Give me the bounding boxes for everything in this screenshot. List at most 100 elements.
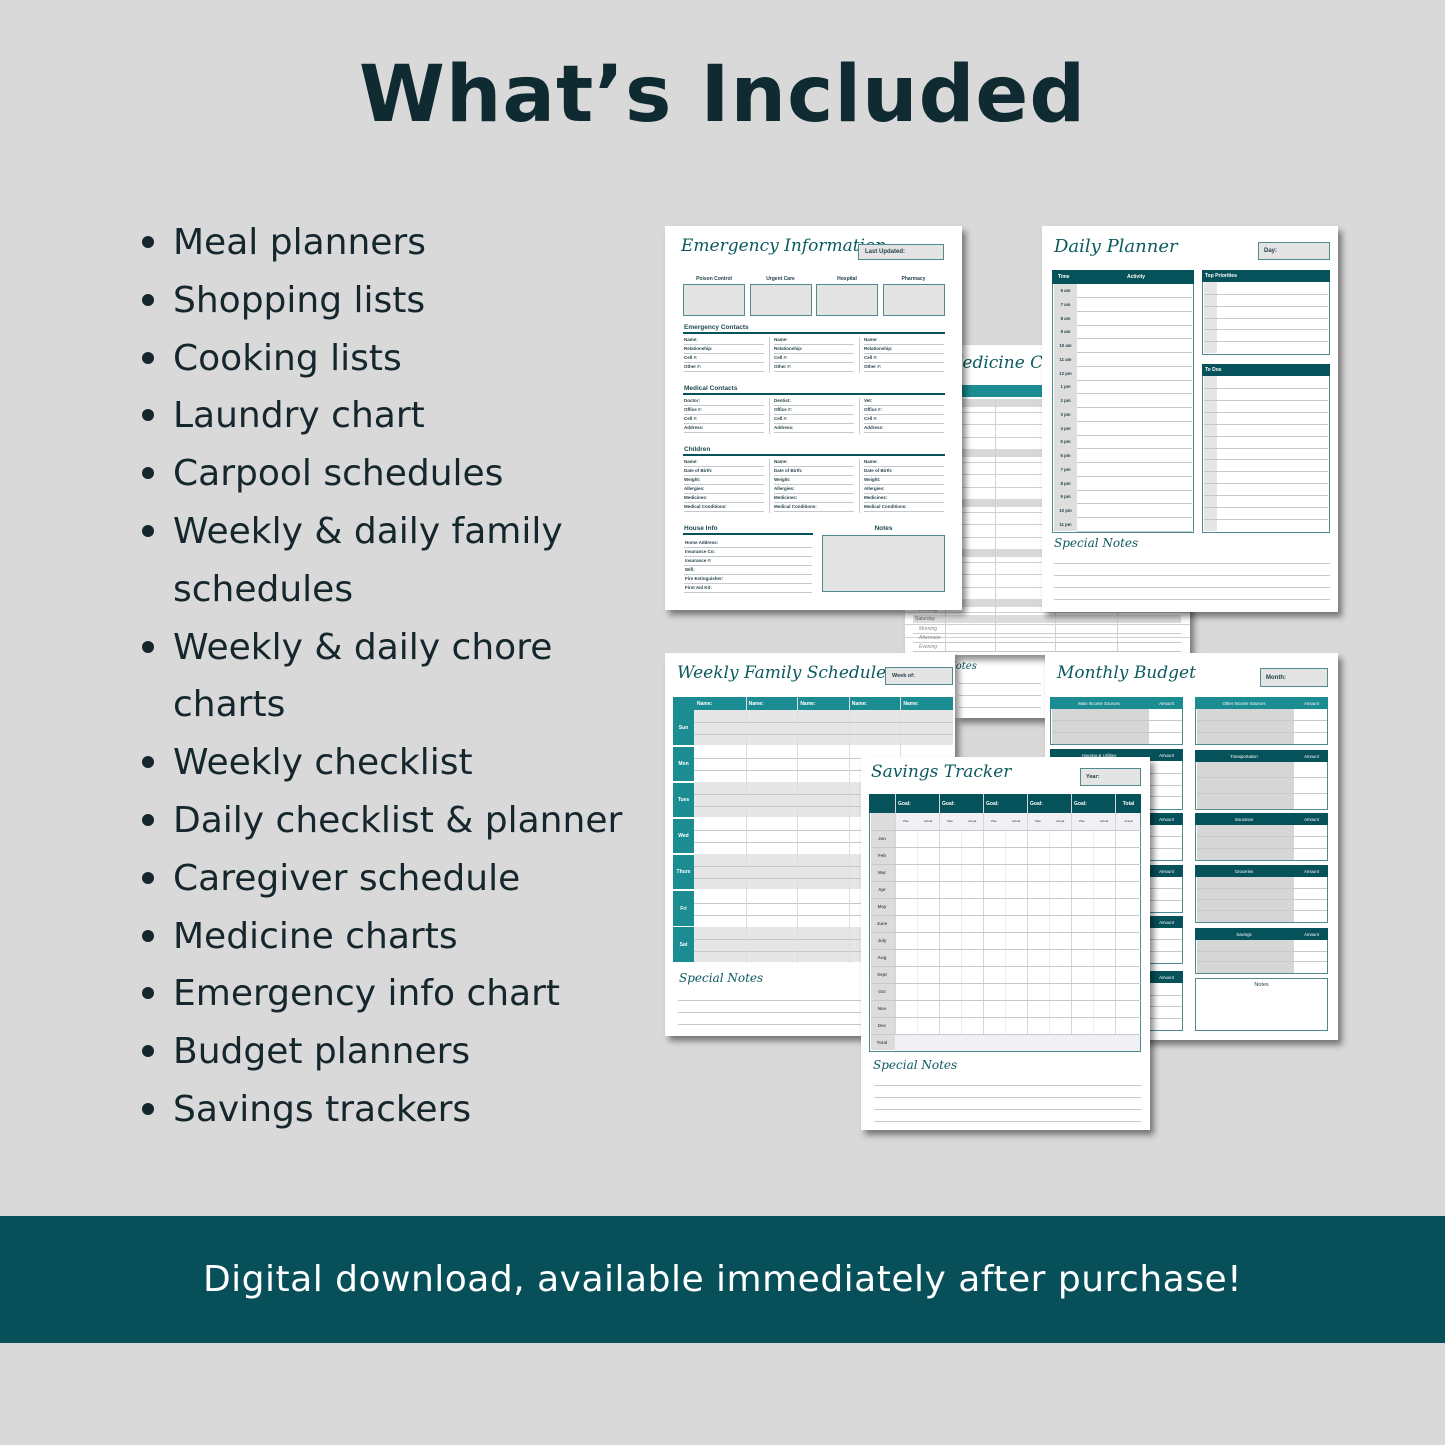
field-label: Medicines: <box>684 495 708 500</box>
rule-line <box>1077 503 1192 505</box>
rule-line <box>864 484 944 485</box>
field-label: Address: <box>684 425 704 430</box>
time-slot: 5 pm <box>1060 439 1071 445</box>
month-label: Total <box>876 1040 888 1045</box>
rule-line <box>1204 483 1328 485</box>
col-divider <box>769 398 770 434</box>
rule-line <box>1196 792 1327 794</box>
time-slot: 4 pm <box>1060 425 1071 431</box>
field-label: Date of Birth: <box>774 468 803 473</box>
day-label: Fri <box>680 905 687 912</box>
section-title: Main Income Sources <box>1078 700 1120 706</box>
col-divider <box>769 337 770 373</box>
house-field: Home Address: <box>685 540 719 545</box>
label-cells <box>1051 709 1149 744</box>
actual-label: Actual <box>1124 819 1133 823</box>
rule-line <box>774 362 854 363</box>
rule-line <box>694 734 953 735</box>
rule-line <box>870 983 1141 984</box>
field-label: Allergies: <box>684 486 705 491</box>
feature-item: Weekly & daily family schedules <box>140 503 660 619</box>
time-slot: 1 pm <box>1060 384 1071 390</box>
rule-line <box>774 371 854 372</box>
daily-planner-page: Daily Planner Day: Time Activity 6 am 7 am 8 a… <box>1042 226 1338 612</box>
daily-title: Daily Planner <box>1054 236 1178 257</box>
field-label: Name: <box>864 459 878 464</box>
actual-label: Actual <box>1055 819 1065 823</box>
month-label: Aug <box>877 955 887 960</box>
goal-header: Goal: <box>1030 801 1043 807</box>
actual-label: Actual <box>1099 819 1109 823</box>
field-label: Office #: <box>684 407 703 412</box>
actual-label: Actual <box>923 819 933 823</box>
rule-line <box>864 502 944 503</box>
rule-line <box>684 371 764 372</box>
day-label: Tues <box>677 797 690 804</box>
col-line <box>1115 794 1116 1051</box>
rule-line <box>874 1085 1141 1086</box>
section-title: Children <box>684 446 711 453</box>
rule-line <box>1054 599 1330 600</box>
rule-line <box>1204 435 1328 437</box>
section-title: Savings <box>1236 931 1252 937</box>
rule-line <box>870 915 1141 916</box>
time-slot: 10 pm <box>1059 508 1072 513</box>
notes-label: Notes <box>874 525 893 532</box>
field-label: Relationship: <box>774 346 803 351</box>
time-slot: 3 pm <box>1060 411 1071 417</box>
rule-line <box>1077 517 1192 518</box>
feature-item: Budget planners <box>140 1023 660 1081</box>
week-of-label: Week of: <box>892 673 915 679</box>
total-header: Total <box>1122 801 1135 807</box>
goal-header: Goal: <box>898 801 911 807</box>
time-slot: 7 am <box>1060 301 1071 307</box>
rule-line <box>1204 471 1328 473</box>
amount-header: Amount <box>1304 700 1319 706</box>
section-title: Groceries <box>1234 868 1254 874</box>
rule-line <box>1196 847 1327 849</box>
rule-line <box>1204 329 1328 331</box>
field-label: Dentist: <box>774 398 791 403</box>
col-line <box>983 794 984 1051</box>
rule-line <box>870 830 1141 831</box>
time-slot: 11 pm <box>1059 521 1072 527</box>
month-label: Jan <box>878 836 886 841</box>
row <box>905 636 1190 638</box>
rule-line <box>874 1121 1141 1122</box>
col-line <box>1071 794 1072 1051</box>
field-label: Cell #: <box>864 416 878 421</box>
time-slot: 2 pm <box>1060 398 1071 403</box>
feature-item: Laundry chart <box>140 387 660 445</box>
rule-line <box>864 511 944 512</box>
rule-line <box>1077 352 1192 353</box>
box-label: Poison Control <box>696 276 732 282</box>
rule-line <box>774 493 854 494</box>
rule-line <box>1077 489 1192 491</box>
rule-line <box>684 405 764 406</box>
feature-list: Meal planners Shopping lists Cooking lists… <box>140 214 660 1139</box>
month-label: Dec <box>877 1023 887 1028</box>
rule-line <box>864 466 944 467</box>
month-label: Oct <box>878 989 886 994</box>
field-label: Name: <box>684 337 698 342</box>
period-label: Morning <box>919 626 938 632</box>
rule-line <box>913 642 1181 643</box>
month-label: Feb <box>877 853 886 858</box>
rule-line <box>870 881 1141 882</box>
col-line <box>939 794 940 1051</box>
rule-line <box>684 502 764 503</box>
savings-tracker-page: Savings Tracker Year: Goal: Plan Actual Goal:… <box>861 757 1150 1130</box>
day-divider <box>673 745 953 747</box>
rule-line <box>1077 338 1192 340</box>
time-slot: 6 am <box>1060 288 1071 293</box>
rule-line <box>1077 462 1192 463</box>
field-label: Relationship: <box>864 346 893 351</box>
col-divider <box>859 459 860 513</box>
rule-line <box>1077 297 1192 298</box>
rule-line <box>870 847 1141 848</box>
name-header: Name: <box>697 701 713 707</box>
section-title: Transportation <box>1230 753 1258 759</box>
rule-line <box>774 414 854 415</box>
rule-line <box>1196 777 1327 779</box>
field-label: Medicines: <box>774 495 798 500</box>
